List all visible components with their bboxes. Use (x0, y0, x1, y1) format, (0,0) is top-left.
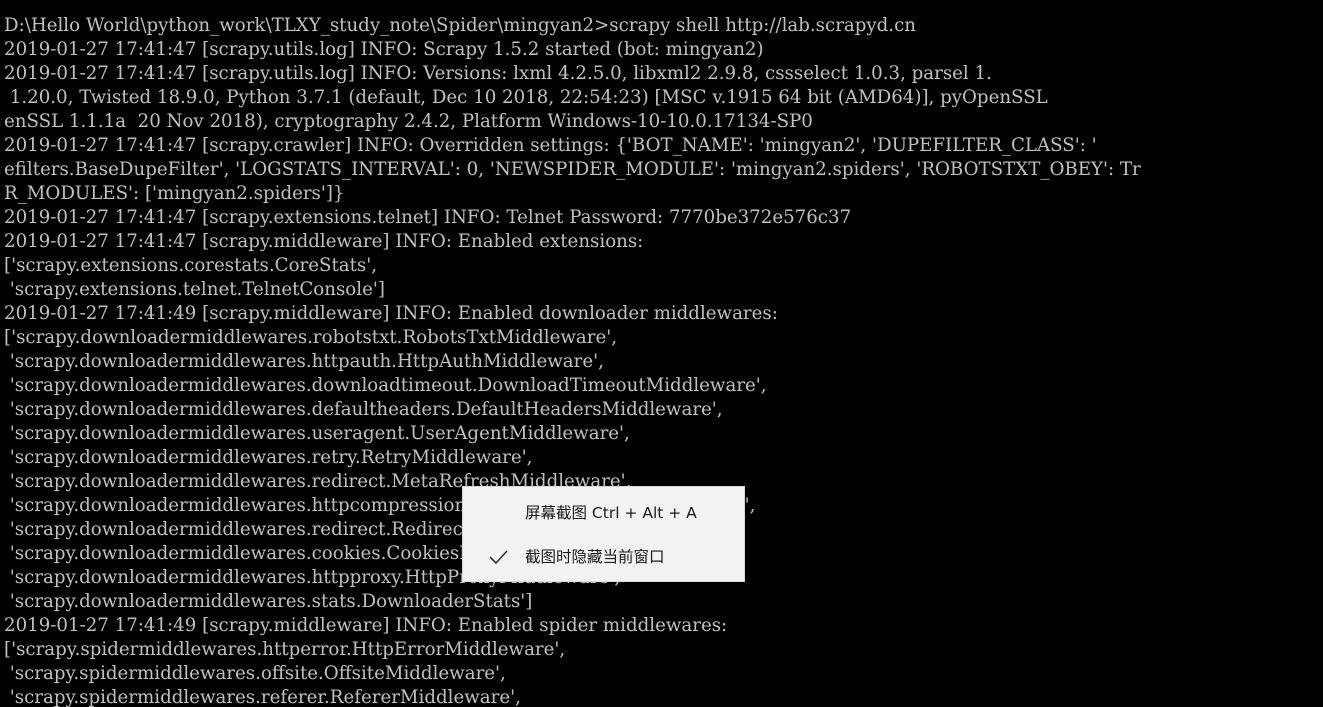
terminal-line: enSSL 1.1.1a 20 Nov 2018), cryptography … (4, 111, 813, 132)
terminal-line: 2019-01-27 17:41:49 [scrapy.middleware] … (4, 615, 728, 636)
terminal-line: 2019-01-27 17:41:47 [scrapy.crawler] INF… (4, 135, 1097, 156)
terminal-output: D:\Hello World\python_work\TLXY_study_no… (4, 14, 1141, 707)
terminal-line: efilters.BaseDupeFilter', 'LOGSTATS_INTE… (4, 159, 1141, 180)
terminal-line: 'scrapy.downloadermiddlewares.downloadti… (4, 375, 767, 396)
terminal-line: 'scrapy.downloadermiddlewares.useragent.… (4, 423, 630, 444)
terminal-line: ['scrapy.spidermiddlewares.httperror.Htt… (4, 639, 566, 660)
terminal-line: 'scrapy.spidermiddlewares.offsite.Offsit… (4, 663, 506, 684)
terminal-line: 2019-01-27 17:41:47 [scrapy.utils.log] I… (4, 63, 992, 84)
terminal-window[interactable]: D:\Hello World\python_work\TLXY_study_no… (0, 0, 1323, 707)
menu-item-screenshot-label: 屏幕截图 Ctrl + Alt + A (525, 504, 697, 522)
terminal-line: 'scrapy.downloadermiddlewares.defaulthea… (4, 399, 723, 420)
terminal-line: 2019-01-27 17:41:49 [scrapy.middleware] … (4, 303, 778, 324)
terminal-line: 'scrapy.spidermiddlewares.referer.Refere… (4, 687, 521, 707)
menu-item-hide-window[interactable]: 截图时隐藏当前窗口 (463, 537, 744, 577)
menu-item-screenshot[interactable]: 屏幕截图 Ctrl + Alt + A (463, 493, 744, 533)
terminal-line: R_MODULES': ['mingyan2.spiders']} (4, 183, 345, 204)
terminal-line: 'scrapy.downloadermiddlewares.httpauth.H… (4, 351, 604, 372)
terminal-line: 2019-01-27 17:41:47 [scrapy.middleware] … (4, 231, 644, 252)
terminal-line: 1.20.0, Twisted 18.9.0, Python 3.7.1 (de… (4, 87, 1048, 108)
terminal-line: ['scrapy.downloadermiddlewares.robotstxt… (4, 327, 617, 348)
terminal-line: ['scrapy.extensions.corestats.CoreStats'… (4, 255, 378, 276)
check-icon (489, 550, 508, 565)
terminal-line: 'scrapy.downloadermiddlewares.stats.Down… (4, 591, 533, 612)
terminal-line: 'scrapy.extensions.telnet.TelnetConsole'… (4, 279, 385, 300)
menu-item-hide-window-label: 截图时隐藏当前窗口 (525, 548, 665, 566)
terminal-line: 'scrapy.downloadermiddlewares.retry.Retr… (4, 447, 533, 468)
terminal-line: 2019-01-27 17:41:47 [scrapy.utils.log] I… (4, 39, 764, 60)
terminal-line: 2019-01-27 17:41:47 [scrapy.extensions.t… (4, 207, 852, 228)
terminal-line: D:\Hello World\python_work\TLXY_study_no… (4, 15, 916, 36)
screenshot-popup-menu: 屏幕截图 Ctrl + Alt + A 截图时隐藏当前窗口 (462, 486, 745, 582)
